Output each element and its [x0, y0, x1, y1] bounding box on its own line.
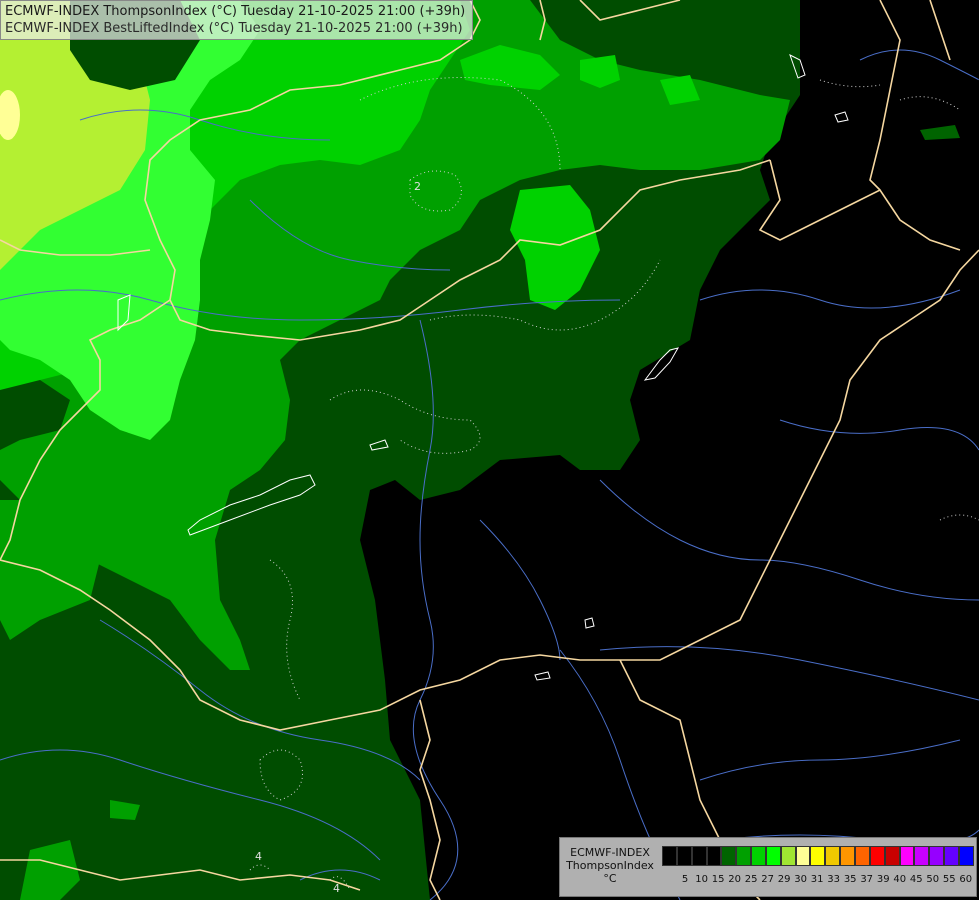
legend-tick: 20 — [728, 874, 741, 885]
legend-swatch — [751, 846, 766, 866]
legend-swatch — [884, 846, 900, 866]
title-line-bestlifted: ECMWF-INDEX BestLiftedIndex (°C) Tuesday… — [5, 21, 463, 36]
legend-swatch — [721, 846, 737, 866]
legend-tick: 10 — [695, 874, 708, 885]
legend-tick: 60 — [959, 874, 973, 885]
legend-swatch — [914, 846, 930, 866]
legend-tick: 50 — [926, 874, 940, 885]
legend-tick: 31 — [810, 874, 824, 885]
legend-tick: 25 — [744, 874, 758, 885]
legend-swatch — [958, 846, 974, 866]
legend-swatch — [825, 846, 841, 866]
legend-swatch — [780, 846, 796, 866]
legend-ticks: 5 10 15 20 25 27 29 30 31 33 35 37 39 40 45 50 55 60 — [662, 874, 974, 888]
legend-tick: 27 — [761, 874, 775, 885]
legend-swatch — [810, 846, 826, 866]
legend-tick: 39 — [876, 874, 890, 885]
color-legend: ECMWF-INDEX ThompsonIndex °C 5 10 15 20 25 27… — [559, 837, 977, 897]
legend-tick: 55 — [942, 874, 956, 885]
legend-unit-label: °C — [603, 872, 617, 885]
legend-swatch — [691, 846, 707, 866]
legend-swatch — [795, 846, 811, 866]
legend-swatch — [676, 846, 692, 866]
legend-tick: 35 — [843, 874, 857, 885]
legend-swatch — [706, 846, 722, 866]
legend-tick: 37 — [860, 874, 874, 885]
legend-swatches — [662, 846, 974, 866]
map-title-box: ECMWF-INDEX ThompsonIndex (°C) Tuesday 2… — [0, 0, 473, 40]
legend-swatch — [840, 846, 855, 866]
legend-tick: 29 — [777, 874, 791, 885]
legend-tick: 40 — [893, 874, 907, 885]
legend-swatch — [899, 846, 915, 866]
contour-label: 4 — [333, 882, 340, 895]
legend-tick: 15 — [711, 874, 725, 885]
contour-label: 4 — [255, 850, 262, 863]
legend-labels: ECMWF-INDEX ThompsonIndex °C — [562, 846, 658, 885]
legend-swatch — [944, 846, 959, 866]
legend-swatch — [929, 846, 945, 866]
legend-swatch — [662, 846, 677, 866]
legend-tick: 30 — [794, 874, 808, 885]
weather-map: 2 4 4 — [0, 0, 979, 900]
title-line-thompson: ECMWF-INDEX ThompsonIndex (°C) Tuesday 2… — [5, 4, 466, 19]
legend-tick: 33 — [827, 874, 841, 885]
legend-tick: 5 — [681, 874, 689, 885]
map-stage: 2 4 4 ECMWF-INDEX ThompsonIndex (°C) Tue… — [0, 0, 979, 900]
legend-index-label: ThompsonIndex — [566, 859, 654, 872]
legend-swatch — [854, 846, 870, 866]
legend-tick: 45 — [909, 874, 923, 885]
legend-swatch — [736, 846, 752, 866]
legend-model-label: ECMWF-INDEX — [570, 846, 650, 859]
legend-swatch — [869, 846, 885, 866]
contour-label: 2 — [414, 180, 421, 193]
legend-swatch — [765, 846, 781, 866]
